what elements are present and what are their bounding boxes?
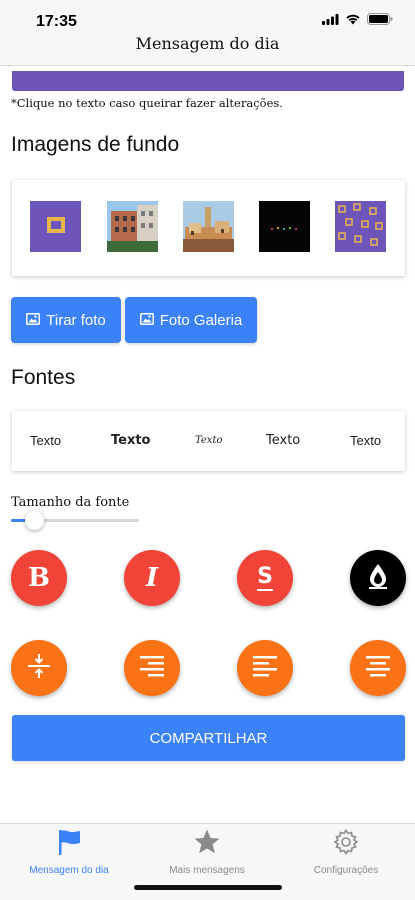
align-center-icon <box>364 654 392 683</box>
font-option-rounded[interactable]: Texto <box>266 433 300 448</box>
italic-button[interactable]: I <box>124 550 180 606</box>
align-center-button[interactable] <box>350 640 406 696</box>
align-right-button[interactable] <box>124 640 180 696</box>
font-option-sans[interactable]: Texto <box>30 433 61 448</box>
background-thumb-building[interactable] <box>107 201 158 252</box>
edit-hint: *Clique no texto caso queirar fazer alte… <box>11 96 283 110</box>
vertical-align-icon <box>25 652 53 685</box>
backgrounds-title: Imagens de fundo <box>11 133 180 156</box>
take-photo-label: Tirar foto <box>46 311 106 329</box>
tab-message-of-the-day[interactable]: Mensagem do dia <box>0 828 138 876</box>
tab-more-messages[interactable]: Mais mensagens <box>138 828 276 876</box>
font-picker: Texto Texto Texto Texto Texto <box>12 411 405 471</box>
editor-content[interactable]: *Clique no texto caso queirar fazer alte… <box>0 67 415 823</box>
background-thumb-purple-frame[interactable] <box>30 201 81 252</box>
strikethrough-button[interactable]: S <box>237 550 293 606</box>
color-drop-icon <box>365 562 391 595</box>
italic-icon: I <box>145 563 159 593</box>
font-option-script[interactable]: Texto <box>195 435 223 446</box>
tab-label: Mais mensagens <box>169 865 245 876</box>
fonts-title: Fontes <box>11 366 76 389</box>
align-right-icon <box>138 654 166 683</box>
gallery-photo-label: Foto Galeria <box>159 311 243 329</box>
font-option-bold[interactable]: Texto <box>111 433 151 448</box>
flag-icon <box>56 828 82 861</box>
tab-settings[interactable]: Configurações <box>277 828 415 876</box>
image-icon <box>26 312 41 329</box>
bold-button[interactable]: B <box>11 550 67 606</box>
take-photo-button[interactable]: Tirar foto <box>11 297 121 343</box>
image-icon <box>139 312 154 329</box>
text-color-button[interactable] <box>350 550 406 606</box>
strikethrough-icon: S <box>257 563 273 591</box>
tab-label: Mensagem do dia <box>29 865 109 876</box>
star-icon <box>193 828 221 861</box>
message-preview[interactable] <box>12 71 404 91</box>
tab-label: Configurações <box>313 865 379 876</box>
font-option-regular[interactable]: Texto <box>350 433 381 448</box>
align-left-icon <box>251 654 279 683</box>
font-size-label: Tamanho da fonte <box>11 495 130 510</box>
gallery-photo-button[interactable]: Foto Galeria <box>125 297 257 343</box>
align-left-button[interactable] <box>237 640 293 696</box>
background-thumb-city[interactable] <box>183 201 234 252</box>
vertical-align-button[interactable] <box>11 640 67 696</box>
share-button[interactable]: COMPARTILHAR <box>12 715 405 761</box>
page-title: Mensagem do dia <box>135 34 280 53</box>
background-thumb-dark[interactable] <box>259 201 310 252</box>
font-size-slider-thumb[interactable] <box>24 511 44 530</box>
background-picker <box>12 180 405 276</box>
bold-icon: B <box>28 563 50 593</box>
background-thumb-pattern[interactable] <box>335 201 386 252</box>
navigation-bar: Mensagem do dia <box>0 28 415 66</box>
gear-icon <box>332 828 360 861</box>
home-indicator <box>134 885 282 890</box>
